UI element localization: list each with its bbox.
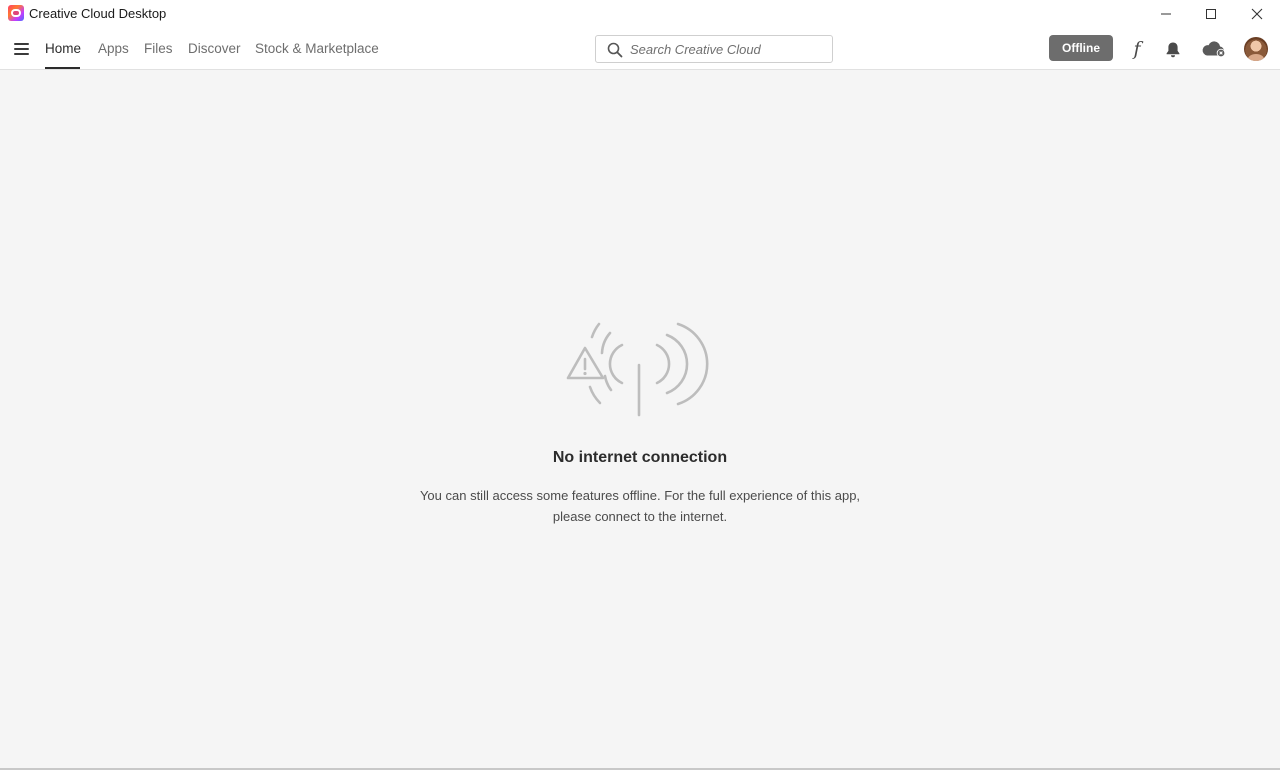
no-signal-warning-icon bbox=[566, 322, 709, 417]
active-tab-indicator bbox=[45, 67, 80, 69]
tab-home[interactable]: Home bbox=[45, 41, 81, 56]
search-input[interactable] bbox=[630, 36, 826, 62]
top-navigation-bar: Home Apps Files Discover Stock & Marketp… bbox=[0, 27, 1280, 70]
minimize-icon bbox=[1161, 13, 1171, 14]
empty-state-message: You can still access some features offli… bbox=[419, 488, 861, 524]
maximize-icon bbox=[1206, 8, 1216, 19]
offline-status-button[interactable]: Offline bbox=[1049, 35, 1113, 61]
tab-files[interactable]: Files bbox=[144, 41, 173, 56]
minimize-button[interactable] bbox=[1143, 0, 1189, 27]
close-button[interactable] bbox=[1234, 0, 1280, 27]
title-bar: Creative Cloud Desktop bbox=[0, 0, 1280, 27]
close-icon bbox=[1251, 8, 1263, 19]
cloud-sync-error-icon[interactable] bbox=[1201, 37, 1227, 61]
maximize-button[interactable] bbox=[1188, 0, 1234, 27]
notifications-bell-icon[interactable] bbox=[1161, 37, 1185, 61]
tab-apps[interactable]: Apps bbox=[98, 41, 129, 56]
user-avatar[interactable] bbox=[1244, 37, 1268, 61]
window-title: Creative Cloud Desktop bbox=[29, 6, 167, 21]
hamburger-menu-icon[interactable] bbox=[14, 43, 29, 55]
search-icon bbox=[607, 42, 623, 58]
tab-discover[interactable]: Discover bbox=[188, 41, 241, 56]
empty-state-title: No internet connection bbox=[552, 449, 728, 466]
tab-stock-marketplace[interactable]: Stock & Marketplace bbox=[255, 41, 379, 56]
creative-cloud-app-icon bbox=[8, 5, 24, 21]
main-content: No internet connection You can still acc… bbox=[0, 71, 1280, 770]
fonts-icon[interactable]: f bbox=[1125, 37, 1149, 61]
search-box[interactable] bbox=[595, 35, 833, 63]
